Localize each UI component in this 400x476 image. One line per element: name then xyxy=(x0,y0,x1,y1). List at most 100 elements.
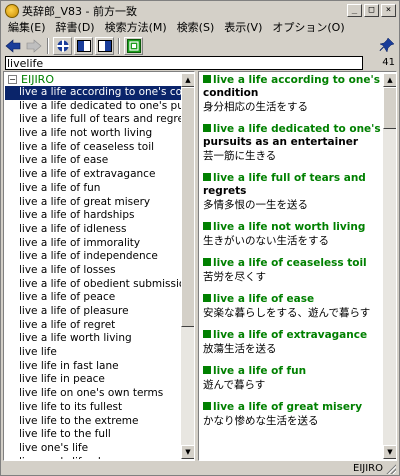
headword-item[interactable]: live a life of obedient submission xyxy=(5,278,182,292)
definition-entry: live a life of fun 遊んで暮らす xyxy=(203,365,383,392)
square-bullet-icon xyxy=(203,75,211,83)
headword-item[interactable]: live life in fast lane xyxy=(5,360,182,374)
japanese-translation: 生きがいのない生活をする xyxy=(203,235,329,247)
menu-edit[interactable]: 編集(E) xyxy=(3,19,51,35)
headword-item[interactable]: live life to the extreme xyxy=(5,415,182,429)
definition-scrollbar[interactable]: ▲ ▼ xyxy=(383,73,396,459)
headword-text: live a life of ease xyxy=(213,293,315,305)
headword-text: live a life not worth living xyxy=(213,221,366,233)
japanese-translation: 身分相応の生活をする xyxy=(203,101,308,113)
square-bullet-icon xyxy=(203,294,211,302)
status-bar: EIJIRO xyxy=(3,462,397,475)
headword-continuation: regrets xyxy=(203,185,247,197)
headword-item[interactable]: live a life of ease xyxy=(5,154,182,168)
japanese-translation: 放蕩生活を送る xyxy=(203,343,277,355)
headword-item[interactable]: live a life of extravagance xyxy=(5,168,182,182)
search-row: 41 xyxy=(3,56,397,70)
headword-item[interactable]: live a life full of tears and regrets xyxy=(5,113,182,127)
maximize-button[interactable]: □ xyxy=(364,4,379,17)
headword-item[interactable]: live a life of peace xyxy=(5,291,182,305)
close-button[interactable]: × xyxy=(381,4,396,17)
headword-item[interactable]: live a life of regret xyxy=(5,319,182,333)
left-pane-view-button[interactable] xyxy=(74,37,93,55)
scroll-up-button[interactable]: ▲ xyxy=(383,73,396,87)
scroll-down-button[interactable]: ▼ xyxy=(383,445,396,459)
entry-headword: live a life dedicated to one's xyxy=(203,123,383,136)
collapse-toggle[interactable]: − xyxy=(8,75,17,84)
headword-text: live a life of fun xyxy=(213,365,307,377)
scroll-thumb[interactable] xyxy=(181,87,194,327)
headword-item[interactable]: live a life of independence xyxy=(5,250,182,264)
back-arrow-icon xyxy=(5,39,20,53)
entry-headword: live a life full of tears and xyxy=(203,172,383,185)
headword-item[interactable]: live a life of ceaseless toil xyxy=(5,141,182,155)
target-button[interactable] xyxy=(53,37,72,55)
headword-item[interactable]: live one's life xyxy=(5,442,182,456)
scroll-up-button[interactable]: ▲ xyxy=(181,73,194,87)
headword-item[interactable]: live a life of immorality xyxy=(5,237,182,251)
headword-item[interactable]: live life in peace xyxy=(5,373,182,387)
japanese-translation: かなり惨めな生活を送る xyxy=(203,415,319,427)
search-input[interactable] xyxy=(5,56,363,70)
headword-item[interactable]: live a life dedicated to one's pursuits … xyxy=(5,100,182,114)
entry-headword: live a life of fun xyxy=(203,365,383,378)
menu-search-method[interactable]: 検索方法(M) xyxy=(100,19,172,35)
dictionary-button[interactable] xyxy=(124,37,143,55)
headword-text: live a life of extravagance xyxy=(213,329,368,341)
definition-entry: live a life not worth living 生きがいのない生活をする xyxy=(203,221,383,248)
headword-item[interactable]: live a life of hardships xyxy=(5,209,182,223)
headword-item[interactable]: live life xyxy=(5,346,182,360)
square-bullet-icon xyxy=(203,222,211,230)
headword-text: live a life full of tears and xyxy=(213,172,366,184)
forward-button[interactable] xyxy=(24,37,43,55)
headword-item[interactable]: live a life not worth living xyxy=(5,127,182,141)
entry-headword: live a life of great misery xyxy=(203,401,383,414)
headword-item[interactable]: live life to the full xyxy=(5,428,182,442)
toolbar xyxy=(3,36,397,56)
headword-item[interactable]: live a life of idleness xyxy=(5,223,182,237)
list-scrollbar[interactable]: ▲ ▼ xyxy=(181,73,194,459)
headword-list-pane: − EIJIRO live a life according to one's … xyxy=(3,71,195,461)
definition-entry: live a life of extravagance 放蕩生活を送る xyxy=(203,329,383,356)
menu-search[interactable]: 検索(S) xyxy=(172,19,220,35)
headword-item[interactable]: live one's life alone xyxy=(5,456,182,459)
menu-dictionary[interactable]: 辞書(D) xyxy=(51,19,100,35)
headword-text: live a life of great misery xyxy=(213,401,363,413)
headword-text: live a life dedicated to one's xyxy=(213,123,381,135)
square-bullet-icon xyxy=(203,173,211,181)
headword-text: live a life according to one's xyxy=(213,74,380,86)
left-pane-view-icon xyxy=(76,40,91,52)
forward-arrow-icon xyxy=(26,39,41,53)
window-controls: _ □ × xyxy=(347,4,396,17)
headword-list[interactable]: − EIJIRO live a life according to one's … xyxy=(5,73,182,459)
definition-entry: live a life full of tears and regrets 多情多恨… xyxy=(203,172,383,212)
scroll-down-button[interactable]: ▼ xyxy=(181,445,194,459)
definition-entry: live a life of great misery かなり惨めな生活を送る xyxy=(203,401,383,428)
pin-button[interactable] xyxy=(379,37,395,53)
definition-entry: live a life according to one's condition 身… xyxy=(203,74,383,114)
headword-item[interactable]: live life on one's own terms xyxy=(5,387,182,401)
right-pane-view-button[interactable] xyxy=(95,37,114,55)
scroll-thumb[interactable] xyxy=(383,87,396,129)
minimize-button[interactable]: _ xyxy=(347,4,362,17)
headword-text: live a life of ceaseless toil xyxy=(213,257,367,269)
headword-item[interactable]: live a life according to one's condition xyxy=(5,86,182,100)
menu-view[interactable]: 表示(V) xyxy=(219,19,267,35)
headword-item[interactable]: live a life worth living xyxy=(5,332,182,346)
back-button[interactable] xyxy=(3,37,22,55)
headword-item[interactable]: live a life of losses xyxy=(5,264,182,278)
headword-item[interactable]: live a life of pleasure xyxy=(5,305,182,319)
definition-entry: live a life of ease 安楽な暮らしをする、遊んで暮らす xyxy=(203,293,383,320)
resize-grip[interactable] xyxy=(385,463,396,474)
dictionary-tree-root[interactable]: − EIJIRO xyxy=(5,73,182,86)
definition-pane: live a life according to one's condition 身… xyxy=(198,71,397,461)
headword-item[interactable]: live a life of fun xyxy=(5,182,182,196)
title-bar[interactable]: 英辞郎_V83 - 前方一致 _ □ × xyxy=(3,3,397,19)
menu-options[interactable]: オプション(O) xyxy=(267,19,349,35)
headword-item[interactable]: live life to its fullest xyxy=(5,401,182,415)
headword-item[interactable]: live a life of great misery xyxy=(5,196,182,210)
app-logo-icon xyxy=(5,4,19,18)
entry-headword: live a life of ease xyxy=(203,293,383,306)
status-dictionary: EIJIRO xyxy=(353,463,383,474)
definition-content: live a life according to one's condition 身… xyxy=(203,74,383,458)
